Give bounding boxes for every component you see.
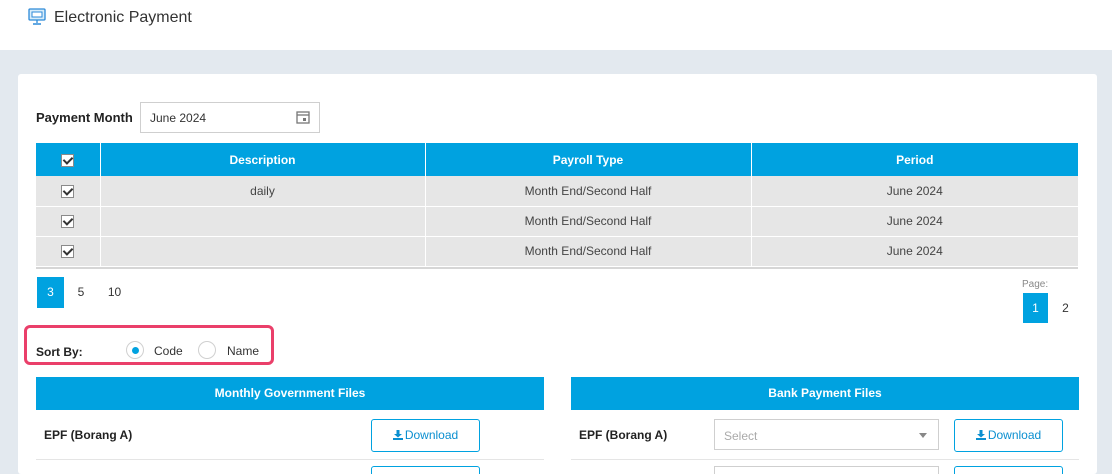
column-header-period[interactable]: Period [751,143,1078,176]
sort-code-label[interactable]: Code [154,344,183,358]
payment-month-value: June 2024 [150,111,207,125]
bank-download-label: Download [987,428,1042,442]
cell-description [100,206,426,237]
table-row[interactable]: daily Month End/Second Half June 2024 [36,176,1078,207]
cell-period: June 2024 [751,236,1078,267]
bank-select-placeholder: Select [724,429,758,443]
row-divider [571,459,1079,460]
government-download-label: Download [404,428,459,442]
table-row[interactable]: Month End/Second Half June 2024 [36,236,1078,267]
monitor-payment-icon [28,8,46,25]
bank-files-header: Bank Payment Files [571,377,1079,410]
payment-month-label: Payment Month [36,110,133,125]
row-divider [36,459,544,460]
government-row-label: EPF (Borang A) [44,428,133,442]
grid-header-row: Description Payroll Type Period [36,143,1078,176]
sort-name-label[interactable]: Name [227,344,259,358]
bank-download-button[interactable]: Download [954,419,1063,452]
download-icon [392,430,403,440]
table-row[interactable]: Month End/Second Half June 2024 [36,206,1078,237]
cell-period: June 2024 [751,176,1078,207]
calendar-icon[interactable] [296,110,310,124]
column-header-payroll-type[interactable]: Payroll Type [425,143,752,176]
bank-download-button-next[interactable] [954,466,1063,474]
row-checkbox[interactable] [61,245,75,259]
bank-row-label: EPF (Borang A) [579,428,668,442]
government-download-button[interactable]: Download [371,419,480,452]
government-files-header: Monthly Government Files [36,377,544,410]
government-download-button-next[interactable] [371,466,480,474]
row-checkbox[interactable] [61,215,75,229]
content-card [18,74,1097,474]
page-size-option-5[interactable]: 5 [70,277,92,308]
page-button-2[interactable]: 2 [1053,293,1078,323]
page-size-option-10[interactable]: 10 [102,277,127,308]
sort-by-label: Sort By: [36,345,83,359]
sort-code-radio[interactable] [126,341,144,359]
cell-payroll-type: Month End/Second Half [425,236,752,267]
column-header-description[interactable]: Description [100,143,426,176]
bank-select[interactable]: Select [714,419,939,450]
payment-month-input[interactable]: June 2024 [140,102,320,133]
page-title: Electronic Payment [54,9,192,26]
page-header: Electronic Payment [0,0,1112,50]
row-checkbox[interactable] [61,184,75,198]
select-all-checkbox[interactable] [61,153,75,167]
page-label: Page: [1022,279,1049,290]
sort-name-radio[interactable] [198,341,216,359]
chevron-down-icon [919,433,927,438]
cell-period: June 2024 [751,206,1078,237]
cell-payroll-type: Month End/Second Half [425,176,752,207]
bank-select-next[interactable] [714,466,939,474]
page-size-option-3[interactable]: 3 [37,277,64,308]
cell-description: daily [100,176,426,207]
cell-payroll-type: Month End/Second Half [425,206,752,237]
payroll-grid: Description Payroll Type Period daily Mo… [36,143,1078,269]
download-icon [975,430,986,440]
page-button-1[interactable]: 1 [1023,293,1048,323]
cell-description [100,236,426,267]
select-all-cell[interactable] [36,143,101,176]
